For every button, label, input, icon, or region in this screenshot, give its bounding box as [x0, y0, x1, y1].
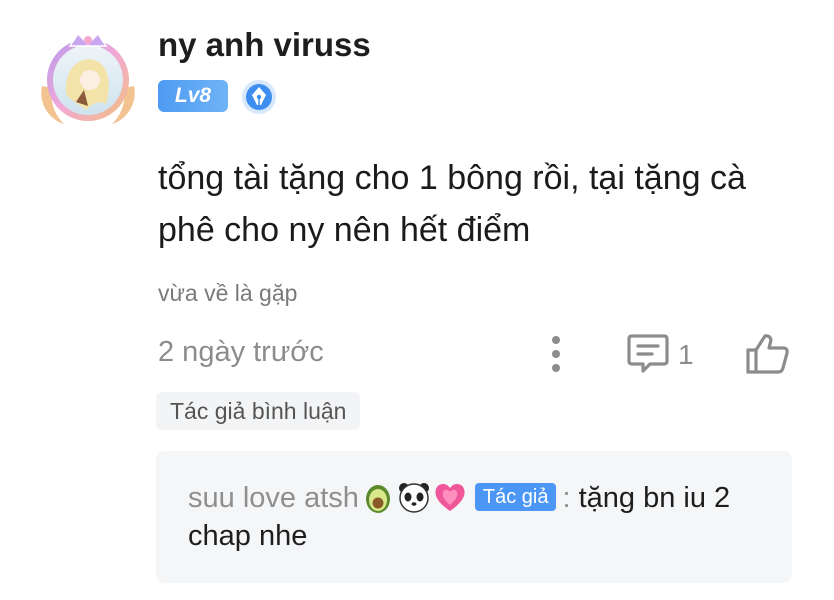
comment-icon — [626, 332, 670, 379]
reply-count: 1 — [678, 339, 694, 370]
panda-icon — [397, 480, 431, 514]
pen-nib-medal-icon — [240, 78, 278, 116]
comment-text: tổng tài tặng cho 1 bông rồi, tại tặng c… — [158, 159, 746, 249]
avocado-icon — [361, 480, 395, 514]
level-badge: Lv8 — [158, 80, 228, 112]
comment-subtitle: vừa về là gặp — [158, 280, 298, 306]
more-vertical-icon[interactable] — [538, 333, 574, 375]
reply-author[interactable]: suu love atsh — [188, 482, 359, 514]
heart-icon — [433, 480, 467, 514]
timestamp: 2 ngày trước — [158, 336, 324, 368]
author-tag-badge: Tác giả — [474, 483, 557, 511]
avatar[interactable] — [36, 24, 140, 128]
author-comment-tag[interactable]: Tác giả bình luận — [156, 392, 361, 430]
reply-button[interactable]: 1 — [626, 332, 694, 379]
reply-preview[interactable]: suu love atsh Tác giả: tặng bn iu 2 chap… — [156, 451, 792, 583]
thumbs-up-icon[interactable] — [744, 332, 790, 376]
reply-separator: : — [562, 482, 571, 514]
username[interactable]: ny anh viruss — [158, 26, 371, 64]
